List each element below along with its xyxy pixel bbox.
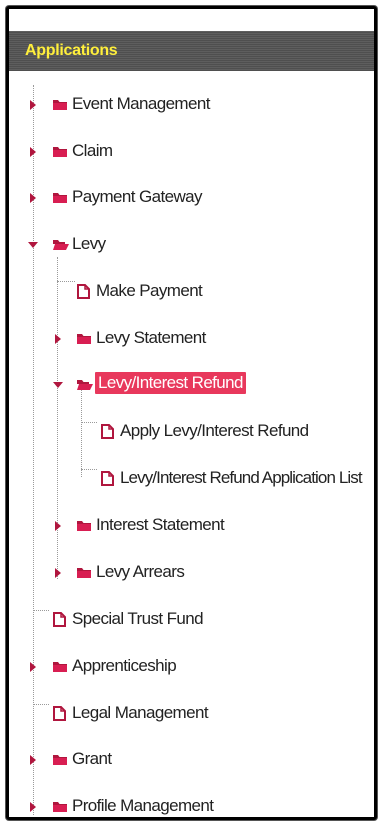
- page-icon: [77, 284, 90, 299]
- tree-item-label: Legal Management: [72, 703, 209, 722]
- folder-icon: [52, 144, 68, 158]
- tree-item-refund-application-list[interactable]: Levy/Interest Refund Application List: [9, 466, 371, 492]
- caret-right-icon[interactable]: [30, 100, 36, 110]
- folder-icon: [76, 565, 92, 579]
- tree-item-label: Interest Statement: [96, 515, 225, 534]
- folder-icon: [52, 752, 68, 766]
- folder-icon: [76, 518, 92, 532]
- tree-item-label: Apply Levy/Interest Refund: [120, 421, 309, 440]
- tree-item-apply-refund[interactable]: Apply Levy/Interest Refund: [9, 419, 369, 445]
- tree-item-label: Profile Management: [72, 796, 214, 815]
- caret-right-icon[interactable]: [30, 662, 36, 672]
- tree-item-profile-management[interactable]: Profile Management: [9, 794, 369, 820]
- tree-item-label: Claim: [72, 141, 113, 160]
- folder-icon: [52, 659, 68, 673]
- caret-right-icon[interactable]: [30, 147, 36, 157]
- application-tree: [9, 9, 374, 817]
- tree-item-make-payment[interactable]: Make Payment: [9, 279, 369, 305]
- tree-item-label: Levy/Interest Refund: [95, 372, 246, 394]
- caret-down-icon[interactable]: [28, 242, 38, 248]
- tree-item-payment-gateway[interactable]: Payment Gateway: [9, 185, 369, 211]
- tree-item-label: Levy/Interest Refund Application List: [120, 468, 363, 487]
- tree-item-legal-management[interactable]: Legal Management: [9, 701, 369, 727]
- folder-open-icon: [52, 237, 69, 251]
- folder-open-icon: [76, 377, 93, 391]
- tree-item-grant[interactable]: Grant: [9, 747, 369, 773]
- page-icon: [101, 471, 114, 486]
- caret-right-icon[interactable]: [55, 334, 61, 344]
- tree-item-label: Grant: [72, 749, 112, 768]
- tree-item-apprenticeship[interactable]: Apprenticeship: [9, 654, 369, 680]
- tree-item-special-trust-fund[interactable]: Special Trust Fund: [9, 607, 369, 633]
- tree-item-label: Levy Statement: [96, 328, 206, 347]
- caret-right-icon[interactable]: [30, 755, 36, 765]
- tree-item-levy[interactable]: Levy: [9, 232, 369, 258]
- tree-item-label: Levy Arrears: [96, 562, 185, 581]
- tree-item-levy-interest-refund[interactable]: Levy/Interest Refund: [9, 372, 369, 398]
- tree-item-label: Apprenticeship: [72, 656, 177, 675]
- caret-down-icon[interactable]: [53, 382, 63, 388]
- tree-item-label: Event Management: [72, 94, 210, 113]
- applications-panel: Applications Event Management Claim Paym…: [6, 6, 377, 820]
- page-icon: [53, 612, 66, 627]
- tree-item-levy-statement[interactable]: Levy Statement: [9, 326, 369, 352]
- caret-right-icon[interactable]: [55, 568, 61, 578]
- tree-item-interest-statement[interactable]: Interest Statement: [9, 513, 369, 539]
- tree-item-label: Levy: [72, 234, 106, 253]
- page-icon: [53, 706, 66, 721]
- folder-icon: [52, 97, 68, 111]
- tree-item-label: Special Trust Fund: [72, 609, 204, 628]
- tree-item-event-management[interactable]: Event Management: [9, 92, 369, 118]
- page-icon: [101, 424, 114, 439]
- tree-item-claim[interactable]: Claim: [9, 139, 369, 165]
- caret-right-icon[interactable]: [55, 521, 61, 531]
- caret-right-icon[interactable]: [30, 193, 36, 203]
- folder-icon: [76, 331, 92, 345]
- folder-icon: [52, 190, 68, 204]
- caret-right-icon[interactable]: [30, 802, 36, 812]
- tree-item-label: Payment Gateway: [72, 187, 203, 206]
- folder-icon: [52, 799, 68, 813]
- tree-item-levy-arrears[interactable]: Levy Arrears: [9, 560, 369, 586]
- tree-item-label: Make Payment: [96, 281, 203, 300]
